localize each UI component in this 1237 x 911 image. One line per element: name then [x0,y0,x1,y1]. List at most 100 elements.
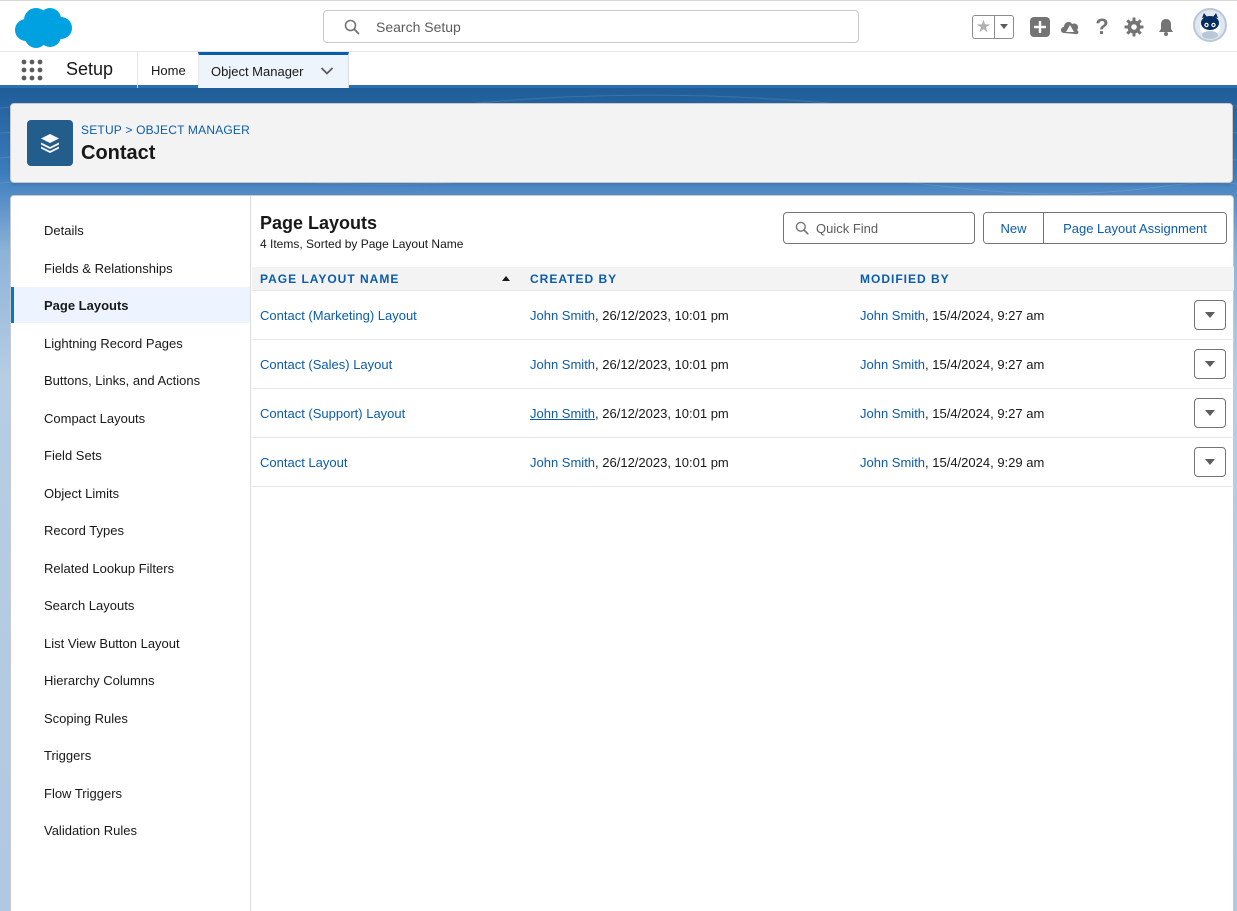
favorites-dropdown-button[interactable] [995,16,1013,38]
search-setup-box[interactable] [323,10,859,43]
created-by-user-link[interactable]: John Smith [530,357,595,372]
modified-by-cell: John Smith, 15/4/2024, 9:27 am [860,357,1044,372]
quick-find-box[interactable] [783,212,975,244]
sidebar-item-validation-rules[interactable]: Validation Rules [11,812,250,848]
created-by-cell: John Smith, 26/12/2023, 10:01 pm [530,308,729,323]
table-row: Contact (Sales) Layout John Smith, 26/12… [252,340,1234,389]
sidebar-item-compact-layouts[interactable]: Compact Layouts [11,400,250,436]
new-button[interactable]: New [984,213,1044,243]
column-header-modified-by[interactable]: MODIFIED BY [860,272,950,286]
setup-gear-button[interactable] [1122,15,1146,39]
sidebar: Details Fields & Relationships Page Layo… [11,196,251,911]
created-date: , 26/12/2023, 10:01 pm [595,455,729,470]
sidebar-item-related-lookup-filters[interactable]: Related Lookup Filters [11,550,250,586]
sidebar-item-lightning-record-pages[interactable]: Lightning Record Pages [11,325,250,361]
sidebar-item-page-layouts[interactable]: Page Layouts [11,287,250,323]
created-date: , 26/12/2023, 10:01 pm [595,308,729,323]
modified-by-user-link[interactable]: John Smith [860,406,925,421]
created-date: , 26/12/2023, 10:01 pm [595,357,729,372]
plus-icon [1030,17,1050,37]
sidebar-item-object-limits[interactable]: Object Limits [11,475,250,511]
modified-by-user-link[interactable]: John Smith [860,455,925,470]
tab-object-manager[interactable]: Object Manager [198,52,349,88]
sidebar-item-field-sets[interactable]: Field Sets [11,437,250,473]
object-header: SETUP > OBJECT MANAGER Contact [10,103,1233,183]
chevron-down-icon [1000,24,1008,29]
items-summary: 4 Items, Sorted by Page Layout Name [260,237,464,251]
sidebar-item-hierarchy-columns[interactable]: Hierarchy Columns [11,662,250,698]
salesforce-logo[interactable] [12,6,74,50]
column-header-page-layout-name[interactable]: PAGE LAYOUT NAME [260,272,399,286]
sidebar-item-triggers[interactable]: Triggers [11,737,250,773]
help-button[interactable]: ? [1090,14,1114,39]
chevron-down-icon [1205,312,1215,318]
row-actions-button[interactable] [1194,349,1226,379]
created-by-user-link[interactable]: John Smith [530,308,595,323]
quick-find-input[interactable] [816,219,966,237]
modified-date: , 15/4/2024, 9:29 am [925,455,1045,470]
help-icon: ? [1095,14,1109,39]
column-header-created-by[interactable]: CREATED BY [530,272,617,286]
created-date: , 26/12/2023, 10:01 pm [595,406,729,421]
modified-by-user-link[interactable]: John Smith [860,357,925,372]
section-title: Page Layouts [260,213,378,233]
favorites-group: ★ [972,15,1014,39]
sidebar-item-fields-relationships[interactable]: Fields & Relationships [11,250,250,286]
global-header: ★ ? [0,0,1237,52]
sidebar-item-details[interactable]: Details [11,212,250,248]
sidebar-item-flow-triggers[interactable]: Flow Triggers [11,775,250,811]
page-layout-link[interactable]: Contact Layout [260,455,347,470]
table-row: Contact (Support) Layout John Smith, 26/… [252,389,1234,438]
trailhead-button[interactable] [1058,15,1082,39]
modified-date: , 15/4/2024, 9:27 am [925,308,1045,323]
breadcrumb[interactable]: SETUP > OBJECT MANAGER [81,123,250,137]
chevron-down-icon[interactable] [320,66,334,76]
star-icon[interactable]: ★ [973,16,995,38]
row-actions-button[interactable] [1194,398,1226,428]
tab-object-manager-label: Object Manager [211,64,304,79]
chevron-down-icon [1205,361,1215,367]
bell-icon [1159,19,1173,36]
modified-date: , 15/4/2024, 9:27 am [925,357,1045,372]
modified-by-user-link[interactable]: John Smith [860,308,925,323]
page-layout-link[interactable]: Contact (Sales) Layout [260,357,392,372]
trailhead-icon [1061,21,1079,35]
page-layout-name-cell: Contact (Marketing) Layout [260,308,417,323]
object-icon [27,120,73,166]
row-actions-button[interactable] [1194,447,1226,477]
content-area: Page Layouts 4 Items, Sorted by Page Lay… [252,196,1234,911]
sidebar-item-record-types[interactable]: Record Types [11,512,250,548]
astro-avatar-icon [1200,13,1220,39]
modified-by-cell: John Smith, 15/4/2024, 9:29 am [860,455,1044,470]
avatar[interactable] [1193,8,1227,42]
table-row: Contact (Marketing) Layout John Smith, 2… [252,291,1234,340]
search-icon [344,19,360,35]
sidebar-item-buttons-links-actions[interactable]: Buttons, Links, and Actions [11,362,250,398]
sidebar-item-scoping-rules[interactable]: Scoping Rules [11,700,250,736]
main-panel: Details Fields & Relationships Page Layo… [10,195,1234,911]
row-actions-button[interactable] [1194,300,1226,330]
search-icon [795,221,809,235]
created-by-user-link[interactable]: John Smith [530,455,595,470]
page-title: Contact [81,142,156,164]
sort-ascending-icon[interactable] [502,276,510,281]
waffle-icon[interactable] [21,59,43,81]
page-layout-name-cell: Contact (Sales) Layout [260,357,392,372]
search-setup-input[interactable] [376,17,836,37]
chevron-down-icon [1205,459,1215,465]
page-layout-link[interactable]: Contact (Marketing) Layout [260,308,417,323]
global-actions-button[interactable] [1028,15,1052,39]
created-by-user-link[interactable]: John Smith [530,406,595,421]
notifications-button[interactable] [1154,15,1178,39]
sidebar-item-search-layouts[interactable]: Search Layouts [11,587,250,623]
sidebar-item-list-view-button-layout[interactable]: List View Button Layout [11,625,250,661]
tab-home[interactable]: Home [137,52,199,88]
gear-icon [1124,17,1144,37]
page-layout-assignment-button[interactable]: Page Layout Assignment [1044,213,1226,243]
created-by-cell: John Smith, 26/12/2023, 10:01 pm [530,455,729,470]
created-by-cell: John Smith, 26/12/2023, 10:01 pm [530,357,729,372]
action-button-group: New Page Layout Assignment [983,212,1227,244]
app-name: Setup [66,59,114,79]
table-row: Contact Layout John Smith, 26/12/2023, 1… [252,438,1234,487]
page-layout-link[interactable]: Contact (Support) Layout [260,406,405,421]
